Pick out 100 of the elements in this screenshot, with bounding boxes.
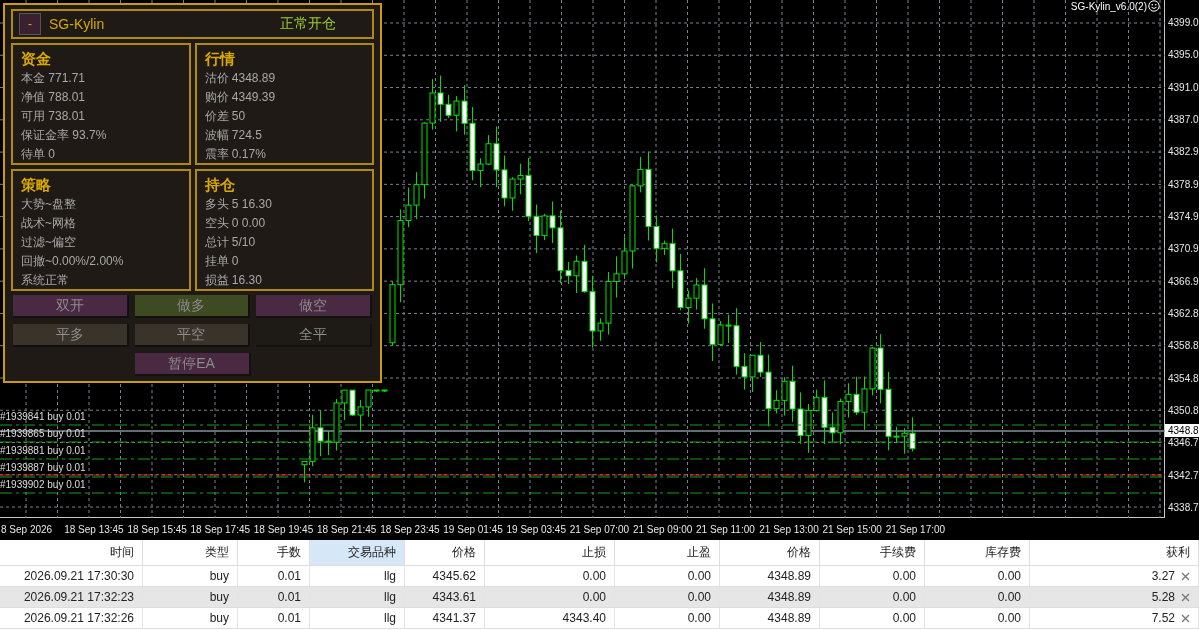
time-label: 19 Sep 03:45 <box>506 523 566 535</box>
price-label: 4346.7 <box>1167 436 1199 450</box>
price-label: 4358.8 <box>1167 339 1199 353</box>
price-label: 4362.8 <box>1167 306 1199 320</box>
price-label: 4370.9 <box>1167 242 1199 256</box>
info-line: 沽价 4348.89 <box>204 70 276 87</box>
price-label: 4354.8 <box>1167 371 1199 385</box>
panel-title: SG-Kylin <box>49 16 105 32</box>
time-label: 18 Sep 15:45 <box>127 523 187 535</box>
info-line: 过滤~偏空 <box>21 234 76 251</box>
price-label: 4338.7 <box>1167 500 1199 514</box>
info-line: 震率 0.17% <box>204 146 266 163</box>
info-line: 波幅 724.5 <box>204 127 262 144</box>
panel-button[interactable]: 全平 <box>256 324 372 347</box>
table-cell: 4341.37 <box>432 611 476 625</box>
time-label: 18 Sep 23:45 <box>380 523 440 535</box>
trade-row[interactable]: 2026.09.21 17:32:23 buy 0.01 llg 4343.61 0.00 0.00 4348.89 0.00 0.00 5.28 <box>0 587 1199 608</box>
table-cell: 0.00 <box>582 590 606 604</box>
info-line: 空头 0 0.00 <box>204 215 266 232</box>
table-cell: 5.28 <box>1151 590 1175 604</box>
time-label: 18 Sep 21:45 <box>316 523 377 535</box>
time-label: 21 Sep 17:00 <box>885 523 946 535</box>
info-line: 多头 5 16.30 <box>204 196 272 213</box>
section-title: 资金 <box>21 49 51 69</box>
info-line: 总计 5/10 <box>204 234 256 251</box>
table-cell: 4343.61 <box>432 590 476 604</box>
price-label: 4399.0 <box>1167 16 1199 29</box>
smiley-icon <box>1148 0 1160 12</box>
table-cell: buy <box>209 611 229 625</box>
order-label: #1939887 buy 0.01 <box>0 461 86 474</box>
time-label: 21 Sep 15:00 <box>822 523 882 535</box>
time-label: 18 Sep 17:45 <box>190 523 251 535</box>
time-label: 8 Sep 2026 <box>1 523 53 535</box>
info-line: 回撤~0.00%/2.00% <box>21 253 124 270</box>
price-label: 4378.9 <box>1167 177 1199 191</box>
panel-button[interactable]: 暂停EA <box>134 353 251 376</box>
info-line: 购价 4349.39 <box>204 89 276 106</box>
table-cell: 4348.89 <box>767 611 811 625</box>
time-label: 21 Sep 09:00 <box>632 523 693 535</box>
table-cell: 0.00 <box>997 590 1021 604</box>
indicator-label: SG-Kylin_v6.0(2) <box>1070 0 1147 12</box>
info-line: 挂单 0 <box>204 253 239 270</box>
order-label: #1939865 buy 0.01 <box>0 427 86 440</box>
price-label: 4387.0 <box>1167 113 1199 126</box>
table-cell: llg <box>384 590 396 604</box>
info-line: 损益 16.30 <box>204 272 262 289</box>
table-cell: llg <box>384 569 396 583</box>
panel-button[interactable]: 双开 <box>13 295 129 318</box>
table-cell: 0.00 <box>997 569 1021 583</box>
info-line: 战术~网格 <box>21 215 76 232</box>
panel-button[interactable]: 平空 <box>134 324 251 347</box>
info-line: 保证金率 93.7% <box>21 127 107 144</box>
table-cell: 0.00 <box>892 569 916 583</box>
table-cell: 4348.89 <box>767 569 811 583</box>
section-title: 行情 <box>204 49 235 69</box>
info-line: 本金 771.71 <box>21 70 86 87</box>
info-line: 待单 0 <box>21 146 55 163</box>
close-icon[interactable] <box>1181 613 1190 623</box>
order-label: #1939841 buy 0.01 <box>0 410 86 423</box>
table-cell: buy <box>209 569 229 583</box>
table-cell: llg <box>384 611 396 625</box>
info-line: 可用 738.01 <box>21 108 86 125</box>
panel-button[interactable]: 做空 <box>256 295 372 318</box>
table-cell: 0.01 <box>277 590 301 604</box>
price-label: 4342.7 <box>1167 468 1199 482</box>
trade-row[interactable]: 2026.09.21 17:32:26 buy 0.01 llg 4341.37 4343.40 0.00 4348.89 0.00 0.00 7.52 <box>0 608 1199 629</box>
time-label: 21 Sep 07:00 <box>569 523 630 535</box>
close-icon[interactable] <box>1181 592 1190 602</box>
status-text: 正常开仓 <box>280 15 336 33</box>
table-cell: 4343.40 <box>562 611 606 625</box>
time-label: 18 Sep 19:45 <box>253 523 314 535</box>
trade-row[interactable]: 2026.09.21 17:30:30 buy 0.01 llg 4345.62 0.00 0.00 4348.89 0.00 0.00 3.27 <box>0 566 1199 587</box>
table-cell: 0.00 <box>687 569 711 583</box>
current-price-label: 4348.8 <box>1165 424 1199 437</box>
time-label: 21 Sep 11:00 <box>696 523 755 535</box>
table-cell: 2026.09.21 17:32:26 <box>23 611 134 625</box>
column-header[interactable]: 交易品种 <box>310 540 405 565</box>
table-cell: 4348.89 <box>767 590 811 604</box>
time-label: 18 Sep 13:45 <box>64 523 124 535</box>
price-label: 4374.9 <box>1167 209 1199 223</box>
order-label: #1939902 buy 0.01 <box>0 478 86 491</box>
table-cell: 3.27 <box>1151 569 1175 583</box>
price-label: 4382.9 <box>1167 145 1199 159</box>
price-label: 4391.0 <box>1167 80 1199 94</box>
table-cell: 0.00 <box>892 590 916 604</box>
close-icon[interactable] <box>1181 571 1190 581</box>
table-cell: 2026.09.21 17:32:23 <box>23 590 134 604</box>
price-label: 4366.9 <box>1167 274 1199 288</box>
table-cell: 0.00 <box>582 569 606 583</box>
order-label: #1939881 buy 0.01 <box>0 444 86 457</box>
section-title: 策略 <box>21 175 51 195</box>
table-cell: 0.01 <box>277 611 301 625</box>
table-cell: 7.52 <box>1151 611 1175 625</box>
table-cell: 0.00 <box>687 590 711 604</box>
price-label: 4350.8 <box>1167 403 1199 417</box>
collapse-button[interactable]: - <box>19 13 41 35</box>
table-cell: 0.00 <box>892 611 916 625</box>
time-label: 21 Sep 13:00 <box>759 523 819 535</box>
panel-button[interactable]: 平多 <box>13 324 129 347</box>
time-label: 19 Sep 01:45 <box>443 523 503 535</box>
